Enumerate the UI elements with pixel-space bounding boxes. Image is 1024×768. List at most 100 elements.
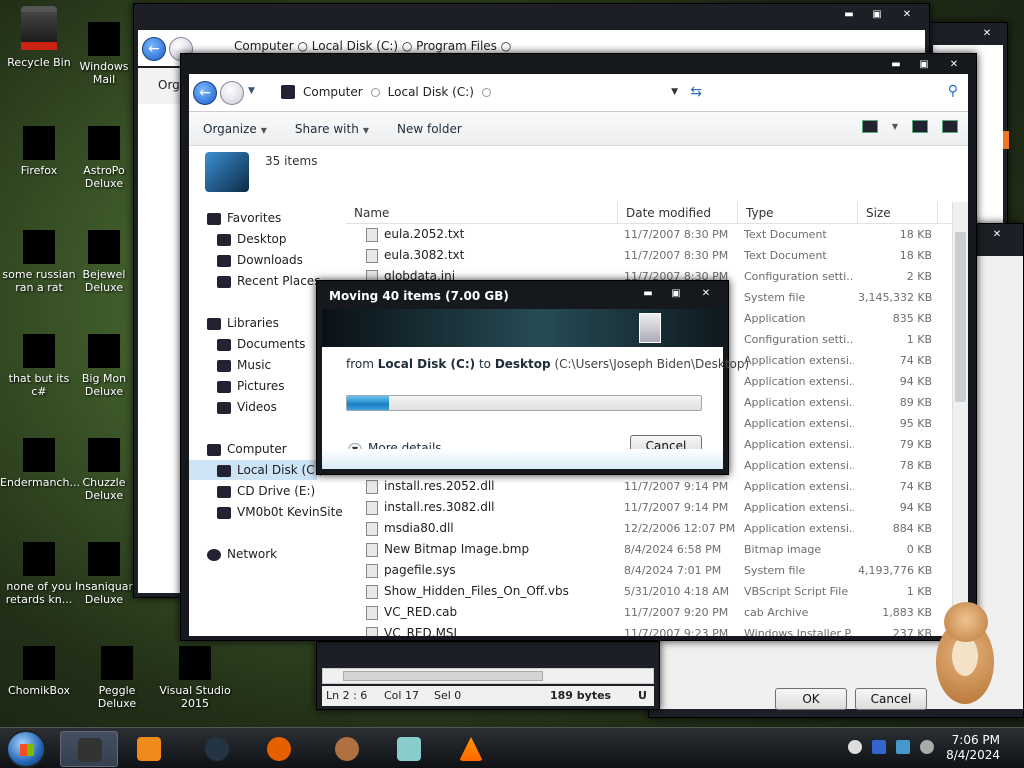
- taskbar-notepad[interactable]: [380, 731, 438, 767]
- nav-recent-places[interactable]: Recent Places: [217, 271, 320, 291]
- desktop-icon-recycle-bin[interactable]: Recycle Bin: [0, 6, 78, 69]
- table-row[interactable]: msdia80.dll 12/2/2006 12:07 PM Application…: [346, 518, 954, 539]
- nav-desktop[interactable]: Desktop: [217, 229, 287, 249]
- nav-music[interactable]: Music: [217, 355, 271, 375]
- minimize-button[interactable]: ▬: [636, 287, 660, 301]
- desktop-icon-insaniquarium[interactable]: Insaniquar Deluxe: [72, 528, 136, 606]
- table-row[interactable]: VC_RED.cab 11/7/2007 9:20 PM cab Archive 1,…: [346, 602, 954, 623]
- breadcrumb-separator-icon[interactable]: [370, 87, 380, 97]
- file-name: New Bitmap Image.bmp: [384, 542, 530, 556]
- nav-network[interactable]: Network: [207, 544, 277, 564]
- nav-documents[interactable]: Documents: [217, 334, 305, 354]
- column-header-name[interactable]: Name: [346, 202, 618, 224]
- table-row[interactable]: install.res.3082.dll 11/7/2007 9:14 PM App…: [346, 497, 954, 518]
- share-with-button[interactable]: Share with ▼: [281, 122, 383, 136]
- organize-button[interactable]: Organize ▼: [189, 122, 281, 136]
- table-row[interactable]: VC_RED.MSI 11/7/2007 9:23 PM Windows Insta…: [346, 623, 954, 636]
- vertical-scrollbar[interactable]: [952, 202, 968, 636]
- nav-downloads[interactable]: Downloads: [217, 250, 303, 270]
- help-icon[interactable]: [942, 120, 958, 133]
- nav-libraries[interactable]: Libraries: [207, 313, 279, 333]
- table-row[interactable]: eula.2052.txt 11/7/2007 8:30 PM Text Docum…: [346, 224, 954, 245]
- destination-location[interactable]: Desktop: [495, 357, 551, 371]
- close-button[interactable]: ✕: [893, 8, 921, 22]
- desktop-icon-firefox[interactable]: Firefox: [0, 112, 78, 177]
- forward-button[interactable]: [220, 81, 244, 105]
- nav-local-disk[interactable]: Local Disk (C:): [189, 460, 323, 480]
- desktop-icon-endermanch[interactable]: Endermanch...: [0, 424, 80, 489]
- maximize-button[interactable]: ▣: [865, 8, 889, 22]
- nav-favorites[interactable]: Favorites: [207, 208, 281, 228]
- scroll-thumb[interactable]: [343, 671, 543, 681]
- table-row[interactable]: eula.3082.txt 11/7/2007 8:30 PM Text Docum…: [346, 245, 954, 266]
- desktop-icon-label: some russian ran a rat: [2, 268, 76, 294]
- back-button[interactable]: ←: [142, 37, 166, 61]
- desktop-icon-csharp[interactable]: that but its c#: [0, 320, 78, 398]
- desktop-icon-none-of-you[interactable]: none of you retards kn...: [0, 528, 78, 606]
- local-disk-icon: [217, 464, 231, 477]
- new-folder-button[interactable]: New folder: [383, 122, 476, 136]
- maximize-button[interactable]: ▣: [664, 287, 688, 301]
- pictures-icon: [217, 380, 231, 393]
- preview-pane-icon[interactable]: [912, 120, 928, 133]
- nav-network-drive[interactable]: VM0b0t KevinSite: [217, 502, 343, 522]
- ok-button[interactable]: OK: [775, 688, 847, 710]
- show-hidden-icons-icon[interactable]: [848, 740, 862, 754]
- table-row[interactable]: install.res.2052.dll 11/7/2007 9:14 PM App…: [346, 476, 954, 497]
- breadcrumb[interactable]: Computer Local Disk (C:): [281, 85, 491, 99]
- refresh-icon[interactable]: ⇆: [690, 84, 702, 100]
- organize-button-partial[interactable]: Org: [138, 68, 182, 104]
- address-dropdown-icon[interactable]: ▼: [671, 87, 678, 97]
- taskbar-hamster[interactable]: [318, 731, 376, 767]
- start-button[interactable]: [6, 730, 46, 768]
- minimize-button[interactable]: ▬: [884, 58, 908, 72]
- desktop-icon-windows-mail[interactable]: Windows Mail: [72, 6, 136, 86]
- taskbar-vlc[interactable]: [442, 731, 500, 767]
- back-button[interactable]: ←: [193, 81, 217, 105]
- table-row[interactable]: New Bitmap Image.bmp 8/4/2024 6:58 PM Bitm…: [346, 539, 954, 560]
- desktop-icon-chuzzle[interactable]: Chuzzle Deluxe: [72, 424, 136, 502]
- close-button[interactable]: ✕: [983, 228, 1011, 242]
- nav-pictures[interactable]: Pictures: [217, 376, 285, 396]
- network-tray-icon[interactable]: [896, 740, 910, 754]
- breadcrumb-separator-icon[interactable]: [481, 87, 491, 97]
- desktop-icon-bejeweled[interactable]: Bejewel Deluxe: [72, 216, 136, 294]
- minimize-button[interactable]: ▬: [837, 8, 861, 22]
- nav-cd-drive[interactable]: CD Drive (E:): [217, 481, 315, 501]
- desktop-icon-chomikbox[interactable]: ChomikBox: [0, 632, 78, 697]
- desktop-icon-peggle[interactable]: Peggle Deluxe: [78, 632, 156, 710]
- close-button[interactable]: ✕: [973, 27, 1001, 41]
- scroll-thumb[interactable]: [955, 232, 966, 402]
- search-icon[interactable]: ⚲: [948, 83, 958, 99]
- maximize-button[interactable]: ▣: [912, 58, 936, 72]
- table-row[interactable]: pagefile.sys 8/4/2024 7:01 PM System file 4…: [346, 560, 954, 581]
- volume-icon[interactable]: [920, 740, 934, 754]
- close-button[interactable]: ✕: [692, 287, 720, 301]
- column-header-date[interactable]: Date modified: [618, 202, 738, 224]
- breadcrumb-computer[interactable]: Computer: [303, 85, 363, 99]
- breadcrumb-local-disk[interactable]: Local Disk (C:): [388, 85, 474, 99]
- taskbar-explorer[interactable]: [60, 731, 118, 767]
- desktop-icon-big-money[interactable]: Big Mon Deluxe: [72, 320, 136, 398]
- horizontal-scrollbar[interactable]: [322, 668, 654, 684]
- change-view-icon[interactable]: [861, 120, 878, 133]
- hamster-desktop-pet[interactable]: [926, 600, 1006, 708]
- cancel-button[interactable]: Cancel: [855, 688, 927, 710]
- close-button[interactable]: ✕: [940, 58, 968, 72]
- chevron-down-icon[interactable]: ▼: [892, 122, 898, 131]
- app-tray-icon[interactable]: [872, 740, 886, 754]
- nav-videos[interactable]: Videos: [217, 397, 277, 417]
- taskbar-media-player[interactable]: [120, 731, 178, 767]
- desktop-icon-russian[interactable]: some russian ran a rat: [0, 216, 78, 294]
- desktop-icon-astropop[interactable]: AstroPo Deluxe: [72, 112, 136, 190]
- nav-computer[interactable]: Computer: [207, 439, 287, 459]
- recent-pages-dropdown[interactable]: ▼: [248, 86, 255, 96]
- table-row[interactable]: Show_Hidden_Files_On_Off.vbs 5/31/2010 4:…: [346, 581, 954, 602]
- source-location[interactable]: Local Disk (C:): [378, 357, 475, 371]
- clock[interactable]: 7:06 PM 8/4/2024: [946, 733, 1000, 763]
- column-header-type[interactable]: Type: [738, 202, 858, 224]
- desktop-icon-visual-studio[interactable]: Visual Studio 2015: [156, 632, 234, 710]
- taskbar-globe[interactable]: [188, 731, 246, 767]
- column-header-size[interactable]: Size: [858, 202, 938, 224]
- taskbar-firefox[interactable]: [250, 731, 308, 767]
